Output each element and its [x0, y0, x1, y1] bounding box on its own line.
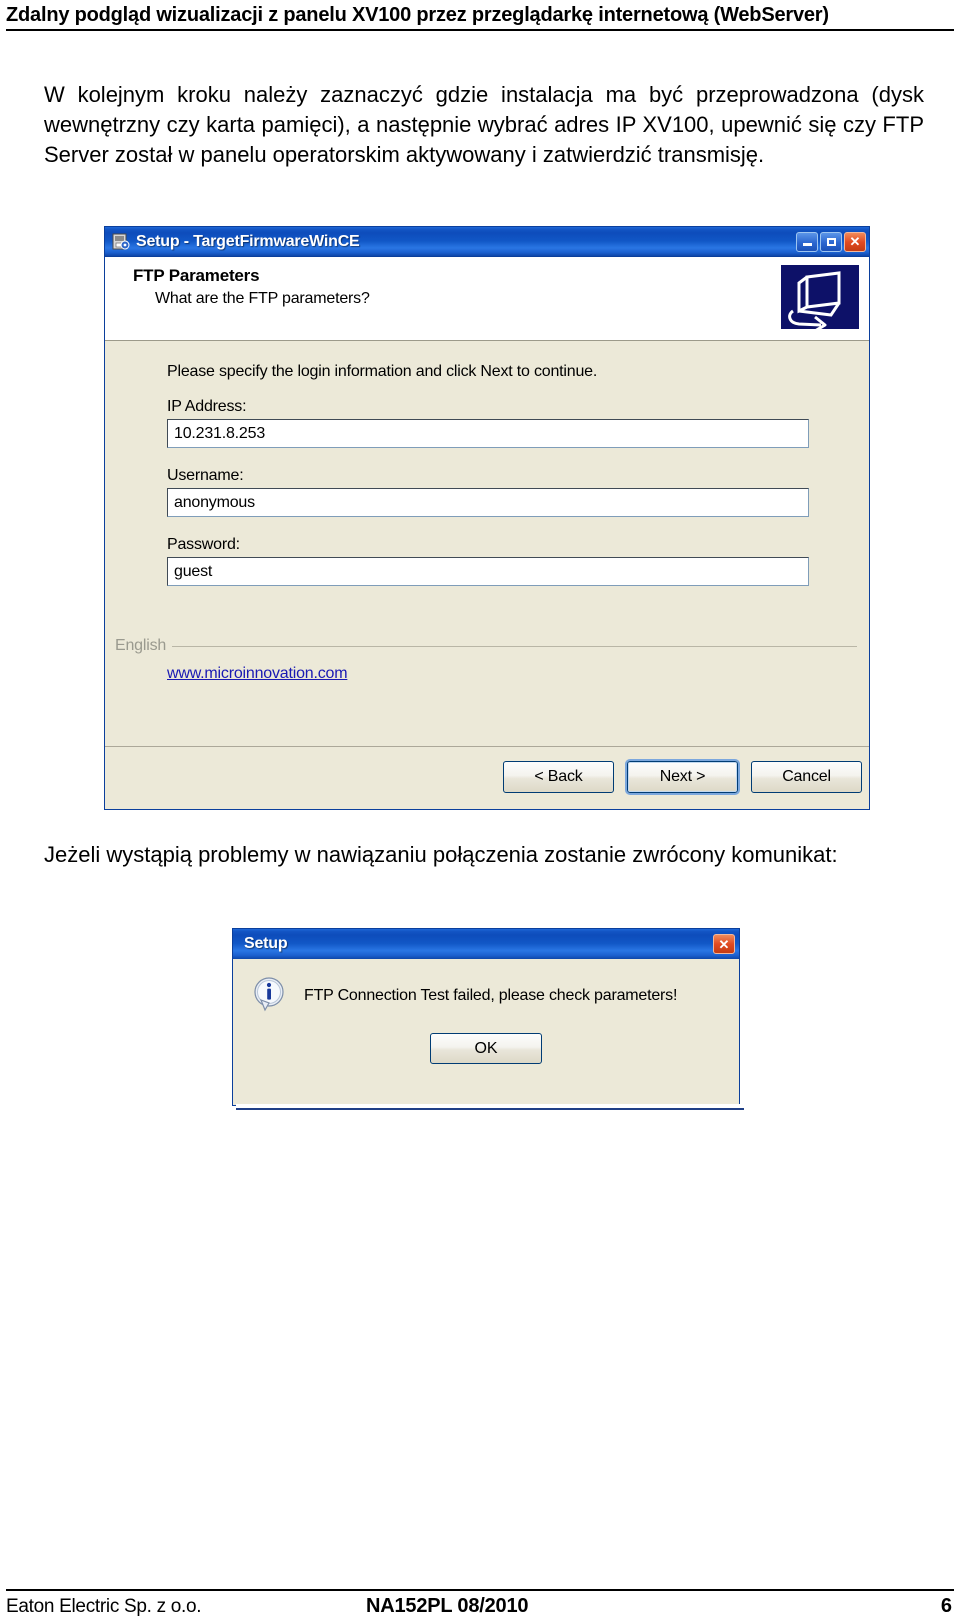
close-icon: ✕: [718, 936, 730, 952]
setup-titlebar[interactable]: Setup - TargetFirmwareWinCE ✕: [105, 227, 869, 257]
setup-installer-icon: [111, 232, 130, 251]
message-dialog-body: FTP Connection Test failed, please check…: [233, 959, 739, 1012]
cancel-button[interactable]: Cancel: [751, 761, 862, 793]
remote-computer-icon: [781, 265, 859, 329]
wizard-header-icon-wrap: [771, 257, 869, 329]
page-header: Zdalny podgląd wizualizacji z panelu XV1…: [0, 0, 960, 34]
ip-address-input[interactable]: 10.231.8.253: [167, 419, 809, 448]
intro-paragraph: W kolejnym kroku należy zaznaczyć gdzie …: [44, 80, 924, 170]
footer-company: Eaton Electric Sp. z o.o.: [6, 1596, 202, 1617]
minimize-button[interactable]: [796, 231, 818, 252]
footer-page-number: 6: [940, 1595, 952, 1617]
wizard-header-subtitle: What are the FTP parameters?: [155, 290, 370, 307]
next-button[interactable]: Next >: [625, 759, 740, 795]
message-dialog-button-row: OK: [233, 1033, 739, 1064]
message-dialog: Setup ✕ FTP Connection Test failed, plea…: [232, 928, 740, 1106]
page-header-rule: [6, 29, 954, 31]
wizard-footer: < Back Next > Cancel: [105, 746, 869, 809]
vendor-website-link[interactable]: www.microinnovation.com: [167, 665, 348, 683]
message-dialog-titlebar[interactable]: Setup ✕: [233, 929, 739, 959]
setup-window-title: Setup - TargetFirmwareWinCE: [136, 232, 360, 250]
close-button[interactable]: ✕: [844, 231, 866, 252]
ip-address-label: IP Address:: [167, 398, 247, 415]
password-input[interactable]: guest: [167, 557, 809, 586]
language-label: English: [115, 637, 167, 654]
ok-button[interactable]: OK: [430, 1033, 542, 1064]
wizard-header: FTP Parameters What are the FTP paramete…: [105, 257, 869, 341]
page-footer: Eaton Electric Sp. z o.o. NA152PL 08/201…: [0, 1589, 960, 1624]
minimize-icon: [802, 243, 812, 246]
footer-document-id: NA152PL 08/2010: [366, 1595, 529, 1617]
maximize-icon: [826, 237, 836, 246]
language-row: English: [105, 637, 869, 655]
message-dialog-title: Setup: [244, 935, 288, 952]
info-icon: [252, 976, 288, 1012]
username-input[interactable]: anonymous: [167, 488, 809, 517]
wizard-footer-divider: [105, 746, 869, 747]
wizard-body: Please specify the login information and…: [105, 341, 869, 751]
username-label: Username:: [167, 467, 244, 484]
message-dialog-text: FTP Connection Test failed, please check…: [304, 987, 678, 1004]
back-button[interactable]: < Back: [503, 761, 614, 793]
password-label: Password:: [167, 536, 240, 553]
message-dialog-shadow: [236, 1104, 744, 1110]
language-divider: [172, 645, 857, 647]
intro-paragraph-text: W kolejnym kroku należy zaznaczyć gdzie …: [44, 82, 924, 167]
page-footer-row: Eaton Electric Sp. z o.o. NA152PL 08/201…: [6, 1591, 954, 1624]
error-intro-paragraph: Jeżeli wystąpią problemy w nawiązaniu po…: [44, 840, 924, 870]
close-icon: ✕: [849, 234, 861, 249]
window-controls: ✕: [796, 231, 866, 252]
wizard-button-row: < Back Next > Cancel: [503, 759, 862, 795]
setup-wizard-window: Setup - TargetFirmwareWinCE ✕ FTP Parame…: [104, 226, 870, 810]
wizard-intro-text: Please specify the login information and…: [167, 363, 598, 380]
message-dialog-close-button[interactable]: ✕: [713, 934, 735, 954]
maximize-button[interactable]: [820, 231, 842, 252]
page-header-title: Zdalny podgląd wizualizacji z panelu XV1…: [6, 4, 829, 26]
wizard-header-text: FTP Parameters What are the FTP paramete…: [105, 257, 771, 308]
error-intro-text: Jeżeli wystąpią problemy w nawiązaniu po…: [44, 842, 838, 867]
wizard-header-title: FTP Parameters: [133, 266, 260, 285]
